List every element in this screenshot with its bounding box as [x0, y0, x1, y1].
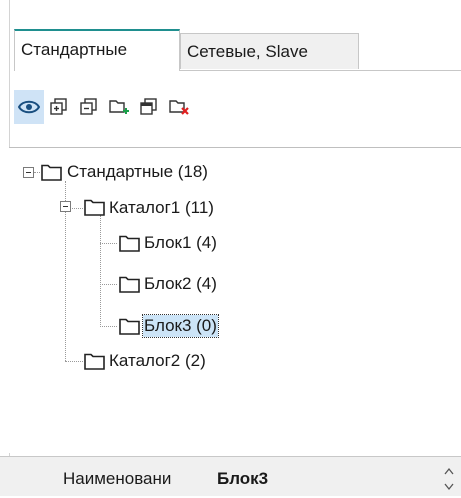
tab-standard[interactable]: Стандартные — [14, 29, 180, 71]
tree-line — [100, 326, 117, 327]
property-name-value[interactable]: Блок3 — [217, 469, 268, 489]
tree-node-catalog2[interactable]: Каталог2 (2) — [109, 350, 206, 372]
tree-node-block3[interactable]: Блок3 (0) — [142, 314, 219, 338]
property-name-label: Наименовани — [63, 469, 172, 488]
add-folder-icon — [108, 97, 130, 117]
delete-folder-icon — [168, 97, 190, 117]
tree-line — [100, 243, 117, 244]
paste-folder-button[interactable] — [74, 90, 104, 124]
tree-line — [65, 361, 83, 362]
tree-node-standard[interactable]: Стандартные (18) — [67, 161, 208, 183]
tree-panel: Стандартные Сетевые, Slave Стандартные (… — [0, 0, 461, 496]
folder-icon — [119, 276, 140, 293]
folder-icon — [119, 235, 140, 252]
tree-node-block2[interactable]: Блок2 (4) — [144, 273, 217, 295]
tab-strip: Стандартные Сетевые, Slave — [14, 27, 461, 71]
folder-icon — [84, 199, 105, 216]
copy-folder-button[interactable] — [44, 90, 74, 124]
eye-icon — [18, 99, 40, 115]
tree-line — [34, 172, 40, 173]
spin-arrows-icon[interactable] — [443, 465, 455, 493]
paste-folder-icon — [79, 97, 99, 117]
duplicate-button[interactable] — [134, 90, 164, 124]
property-row: Наименовани Блок3 — [0, 456, 461, 496]
tree-node-catalog1[interactable]: Каталог1 (11) — [109, 197, 214, 219]
folder-icon — [119, 318, 140, 335]
tree-line — [100, 215, 101, 327]
tree-node-block1[interactable]: Блок1 (4) — [144, 232, 217, 254]
tree-view: Стандартные (18) Каталог1 (11) Блок1 (4)… — [9, 147, 461, 453]
tree-line — [100, 284, 117, 285]
tab-network-slave[interactable]: Сетевые, Slave — [180, 33, 359, 69]
duplicate-icon — [139, 97, 159, 117]
delete-folder-button[interactable] — [164, 90, 194, 124]
folder-icon — [41, 164, 62, 181]
collapse-catalog1-toggle[interactable] — [60, 201, 71, 212]
copy-folder-icon — [49, 97, 69, 117]
add-folder-button[interactable] — [104, 90, 134, 124]
folder-icon — [84, 353, 105, 370]
view-button[interactable] — [14, 90, 44, 124]
collapse-root-toggle[interactable] — [23, 167, 34, 178]
